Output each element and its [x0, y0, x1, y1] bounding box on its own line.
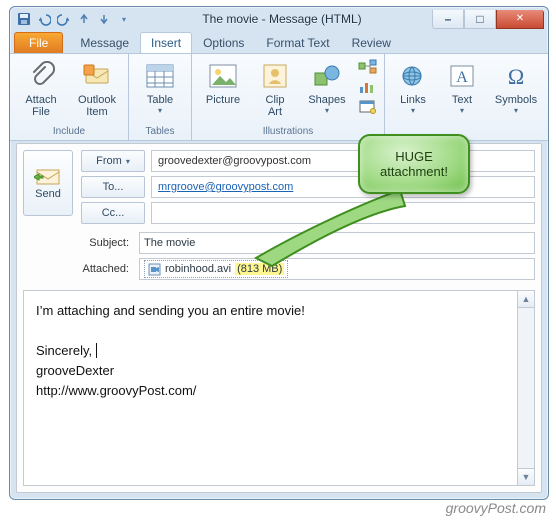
message-body[interactable]: I’m attaching and sending you an entire … [23, 290, 535, 486]
window-title: The movie - Message (HTML) [132, 12, 432, 26]
group-illustrations: Picture Clip Art Shapes ▾ Illustrations [192, 54, 385, 140]
tab-options[interactable]: Options [192, 32, 255, 53]
svg-text:Ω: Ω [508, 64, 524, 89]
symbols-icon: Ω [500, 60, 532, 92]
ribbon: Attach File Outlook Item Include Table ▾… [10, 53, 548, 141]
scroll-up-icon[interactable]: ▲ [518, 291, 534, 308]
to-field[interactable]: mrgroove@groovypost.com [151, 176, 535, 198]
smartart-icon[interactable] [358, 59, 378, 77]
body-line: Sincerely, [36, 341, 522, 361]
qat-customize-icon[interactable]: ▾ [116, 11, 132, 27]
text-icon: A [446, 60, 478, 92]
redo-icon[interactable] [56, 11, 72, 27]
subject-label: Subject: [23, 237, 139, 249]
send-icon [34, 166, 62, 186]
tab-review[interactable]: Review [341, 32, 402, 53]
attached-label: Attached: [23, 263, 139, 275]
shapes-button[interactable]: Shapes ▾ [302, 57, 352, 118]
links-button[interactable]: Links ▾ [391, 57, 435, 118]
scroll-down-icon[interactable]: ▼ [518, 468, 534, 485]
group-links-text-symbols: Links ▾ A Text ▾ Ω Symbols ▾ [385, 54, 549, 140]
group-include: Attach File Outlook Item Include [10, 54, 129, 140]
scrollbar[interactable]: ▲ ▼ [517, 291, 534, 485]
video-file-icon [148, 263, 161, 276]
shapes-icon [311, 60, 343, 92]
chart-icon[interactable] [358, 79, 378, 97]
chevron-down-icon: ▾ [126, 157, 130, 166]
annotation-callout: HUGEattachment! [358, 134, 470, 194]
cc-field[interactable] [151, 202, 535, 224]
next-item-icon[interactable] [96, 11, 112, 27]
attachment-size: (813 MB) [235, 263, 284, 275]
picture-button[interactable]: Picture [198, 57, 248, 109]
svg-text:A: A [456, 69, 468, 86]
clipart-button[interactable]: Clip Art [254, 57, 296, 121]
to-button[interactable]: To... [81, 176, 145, 198]
clipart-icon [259, 60, 291, 92]
chevron-down-icon: ▾ [411, 106, 415, 115]
body-line: http://www.groovyPost.com/ [36, 381, 522, 401]
body-line: I’m attaching and sending you an entire … [36, 301, 522, 321]
save-icon[interactable] [16, 11, 32, 27]
tab-message[interactable]: Message [69, 32, 140, 53]
symbols-button[interactable]: Ω Symbols ▾ [489, 57, 543, 118]
paperclip-icon [25, 60, 57, 92]
ribbon-tabs: File Message Insert Options Format Text … [10, 31, 548, 53]
chevron-down-icon: ▾ [325, 106, 329, 115]
send-button[interactable]: Send [23, 150, 73, 216]
from-button[interactable]: From▾ [81, 150, 145, 172]
group-label: Tables [135, 124, 185, 140]
undo-icon[interactable] [36, 11, 52, 27]
chevron-down-icon: ▾ [158, 106, 162, 115]
window-buttons: – □ ✕ [432, 10, 544, 29]
body-line: grooveDexter [36, 361, 522, 381]
message-window: ▾ The movie - Message (HTML) – □ ✕ File … [9, 6, 549, 500]
text-button[interactable]: A Text ▾ [441, 57, 483, 118]
from-field[interactable]: groovedexter@groovypost.com [151, 150, 535, 172]
chevron-down-icon: ▾ [460, 106, 464, 115]
attachment-name: robinhood.avi [165, 263, 231, 275]
file-tab[interactable]: File [14, 32, 63, 53]
group-label: Include [16, 124, 122, 140]
tab-insert[interactable]: Insert [140, 32, 192, 53]
subject-field[interactable]: The movie [139, 232, 535, 254]
table-icon [144, 60, 176, 92]
chevron-down-icon: ▾ [514, 106, 518, 115]
outlook-item-button[interactable]: Outlook Item [72, 57, 122, 121]
close-button[interactable]: ✕ [496, 10, 544, 29]
links-icon [397, 60, 429, 92]
screenshot-icon[interactable] [358, 99, 378, 117]
prev-item-icon[interactable] [76, 11, 92, 27]
title-bar: ▾ The movie - Message (HTML) – □ ✕ [10, 7, 548, 31]
maximize-button[interactable]: □ [464, 10, 496, 29]
compose-pane: Send From▾ groovedexter@groovypost.com T… [16, 143, 542, 493]
attachment-item[interactable]: robinhood.avi (813 MB) [144, 260, 288, 278]
quick-access-toolbar: ▾ [14, 11, 132, 27]
outlook-item-icon [81, 60, 113, 92]
group-label: Illustrations [198, 124, 378, 140]
group-tables: Table ▾ Tables [129, 54, 192, 140]
minimize-button[interactable]: – [432, 10, 464, 29]
picture-icon [207, 60, 239, 92]
tab-format-text[interactable]: Format Text [255, 32, 340, 53]
attach-file-button[interactable]: Attach File [16, 57, 66, 121]
table-button[interactable]: Table ▾ [135, 57, 185, 118]
watermark: groovyPost.com [446, 500, 546, 516]
cc-button[interactable]: Cc... [81, 202, 145, 224]
text-cursor [92, 343, 97, 358]
attached-field[interactable]: robinhood.avi (813 MB) [139, 258, 535, 280]
